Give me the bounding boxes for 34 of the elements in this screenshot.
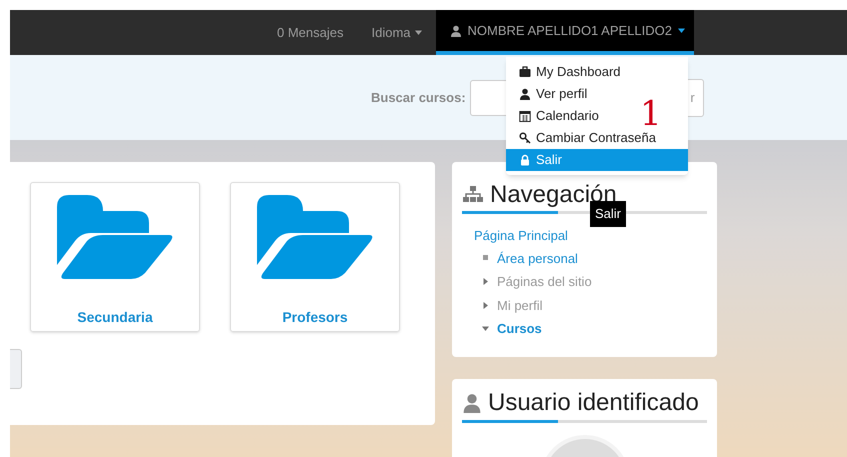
caret-icon	[678, 27, 685, 34]
nav-link[interactable]: Página Principal	[474, 226, 707, 246]
messages-link[interactable]: 0 Mensajes	[263, 10, 358, 55]
search-label: Buscar cursos:	[371, 88, 466, 107]
category-tile[interactable]: Profesors	[230, 182, 400, 332]
collapsed-caret-icon	[482, 302, 489, 309]
block-title: Usuario identificado	[488, 389, 699, 417]
user-icon	[519, 88, 531, 100]
calendar-icon	[519, 110, 531, 122]
nav-item[interactable]: Mi perfil	[497, 296, 543, 315]
language-menu[interactable]: Idioma	[357, 10, 436, 55]
tooltip: Salir	[590, 201, 626, 226]
briefcase-icon	[519, 66, 531, 78]
menu-item[interactable]: My Dashboard	[506, 61, 625, 83]
folder-icon	[257, 195, 373, 281]
menu-item[interactable]: Calendario	[506, 105, 603, 127]
nav-item[interactable]: Área personal	[497, 248, 578, 268]
lock-icon	[519, 154, 531, 166]
nav-item[interactable]: Cursos	[497, 319, 542, 338]
folder-icon	[57, 195, 173, 281]
user-icon	[462, 393, 482, 413]
button-edge	[10, 349, 22, 389]
key-icon	[519, 132, 531, 144]
caret-icon	[414, 29, 422, 36]
nav-item[interactable]: Páginas del sitio	[497, 272, 592, 292]
menu-item[interactable]: Salir	[506, 149, 688, 171]
collapsed-caret-icon	[482, 278, 489, 286]
user-icon	[450, 24, 462, 36]
category-tile[interactable]: Secundaria	[30, 182, 200, 332]
bullet-icon	[482, 254, 489, 262]
expanded-caret-icon	[482, 325, 489, 332]
sitemap-icon	[462, 186, 484, 204]
user-menu[interactable]: NOMBRE APELLIDO1 APELLIDO2	[436, 10, 694, 55]
menu-item[interactable]: Ver perfil	[506, 83, 592, 105]
